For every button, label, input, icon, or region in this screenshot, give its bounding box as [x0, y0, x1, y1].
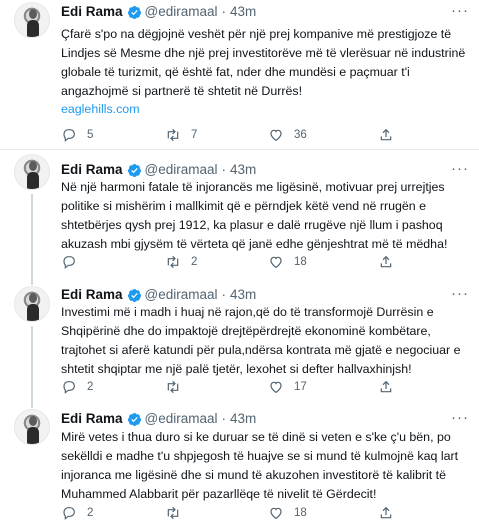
tweet[interactable]: Edi Rama @ediramaal · 43m ··· Në një har… — [0, 150, 479, 275]
avatar[interactable] — [14, 286, 50, 322]
like-button[interactable]: 36 — [268, 126, 307, 144]
tweet-header: Edi Rama @ediramaal · 43m — [61, 4, 256, 20]
avatar[interactable] — [14, 409, 50, 445]
reply-button[interactable]: 2 — [61, 504, 97, 522]
reply-count: 2 — [87, 507, 94, 519]
retweet-icon — [167, 255, 179, 269]
like-button[interactable]: 18 — [268, 253, 307, 271]
reply-button[interactable] — [61, 253, 97, 271]
tweet-text: Mirë vetes i thua duro si ke duruar se t… — [61, 430, 459, 501]
retweet-button[interactable]: 2 — [165, 253, 201, 271]
author-handle[interactable]: @ediramaal — [145, 411, 218, 427]
tweet-actions: 5 7 36 — [0, 126, 479, 144]
retweet-button[interactable] — [165, 378, 201, 396]
retweet-count: 7 — [191, 129, 198, 141]
tweet-header: Edi Rama @ediramaal · 43m — [61, 411, 256, 427]
reply-button[interactable]: 2 — [61, 378, 97, 396]
retweet-icon — [167, 128, 179, 142]
retweet-icon — [167, 380, 179, 394]
tweet-time[interactable]: 43m — [230, 287, 256, 303]
reply-count: 5 — [87, 129, 94, 141]
thread-line — [31, 275, 33, 285]
separator-dot: · — [221, 4, 227, 19]
separator-dot: · — [221, 287, 227, 302]
like-icon — [270, 256, 282, 269]
more-icon[interactable]: ··· — [451, 3, 469, 19]
tweet-time[interactable]: 43m — [230, 162, 256, 178]
separator-dot: · — [221, 411, 227, 426]
tweet-text: Investimi më i madh i huaj në rajon,që d… — [61, 305, 461, 376]
tweet-link[interactable]: eaglehills.com — [61, 100, 140, 119]
retweet-button[interactable] — [165, 504, 201, 522]
retweet-count: 2 — [191, 256, 198, 268]
like-icon — [270, 381, 282, 394]
avatar[interactable] — [14, 154, 50, 190]
tweet[interactable]: Edi Rama @ediramaal · 43m ··· Investimi … — [0, 275, 479, 399]
share-icon — [380, 255, 392, 268]
author-handle[interactable]: @ediramaal — [145, 4, 218, 20]
more-icon[interactable]: ··· — [451, 410, 469, 426]
like-count: 36 — [294, 129, 307, 141]
verified-badge-icon — [127, 163, 141, 177]
tweet-actions: 2 18 — [0, 253, 479, 271]
more-icon[interactable]: ··· — [451, 161, 469, 177]
like-icon — [270, 129, 282, 142]
tweet-header: Edi Rama @ediramaal · 43m — [61, 162, 256, 178]
share-button[interactable] — [378, 504, 404, 522]
share-icon — [380, 128, 392, 141]
reply-icon — [63, 129, 75, 142]
reply-count: 2 — [87, 381, 94, 393]
like-icon — [270, 507, 282, 520]
tweet-time[interactable]: 43m — [230, 411, 256, 427]
tweet[interactable]: Edi Rama @ediramaal · 43m ··· Çfarë s'po… — [0, 0, 479, 149]
reply-icon — [63, 256, 75, 269]
author-handle[interactable]: @ediramaal — [145, 162, 218, 178]
author-name[interactable]: Edi Rama — [61, 162, 123, 178]
tweet-header: Edi Rama @ediramaal · 43m — [61, 287, 256, 303]
like-count: 18 — [294, 507, 307, 519]
tweet-actions: 2 18 — [0, 504, 479, 522]
separator-dot: · — [221, 162, 227, 177]
like-count: 17 — [294, 381, 307, 393]
like-button[interactable]: 18 — [268, 504, 307, 522]
tweet[interactable]: Edi Rama @ediramaal · 43m ··· Mirë vetes… — [0, 399, 479, 528]
thread-line — [31, 399, 33, 408]
author-name[interactable]: Edi Rama — [61, 287, 123, 303]
reply-button[interactable]: 5 — [61, 126, 97, 144]
author-handle[interactable]: @ediramaal — [145, 287, 218, 303]
author-name[interactable]: Edi Rama — [61, 4, 123, 20]
share-button[interactable] — [378, 378, 404, 396]
share-icon — [380, 380, 392, 393]
tweet-time[interactable]: 43m — [230, 4, 256, 20]
verified-badge-icon — [127, 5, 141, 19]
tweet-text: Në një harmoni fatale të injorancës me l… — [61, 180, 448, 251]
share-button[interactable] — [378, 126, 404, 144]
timeline-feed: Edi Rama @ediramaal · 43m ··· Çfarë s'po… — [0, 0, 479, 528]
share-icon — [380, 506, 392, 519]
share-button[interactable] — [378, 253, 404, 271]
reply-icon — [63, 507, 75, 520]
reply-icon — [63, 381, 75, 394]
like-count: 18 — [294, 256, 307, 268]
retweet-icon — [167, 506, 179, 520]
retweet-button[interactable]: 7 — [165, 126, 201, 144]
like-button[interactable]: 17 — [268, 378, 307, 396]
tweet-text: Çfarë s'po na dëgjojnë veshët për një pr… — [61, 27, 466, 98]
more-icon[interactable]: ··· — [451, 286, 469, 302]
avatar[interactable] — [14, 2, 50, 38]
tweet-actions: 2 17 — [0, 378, 479, 396]
author-name[interactable]: Edi Rama — [61, 411, 123, 427]
verified-badge-icon — [127, 412, 141, 426]
verified-badge-icon — [127, 288, 141, 302]
